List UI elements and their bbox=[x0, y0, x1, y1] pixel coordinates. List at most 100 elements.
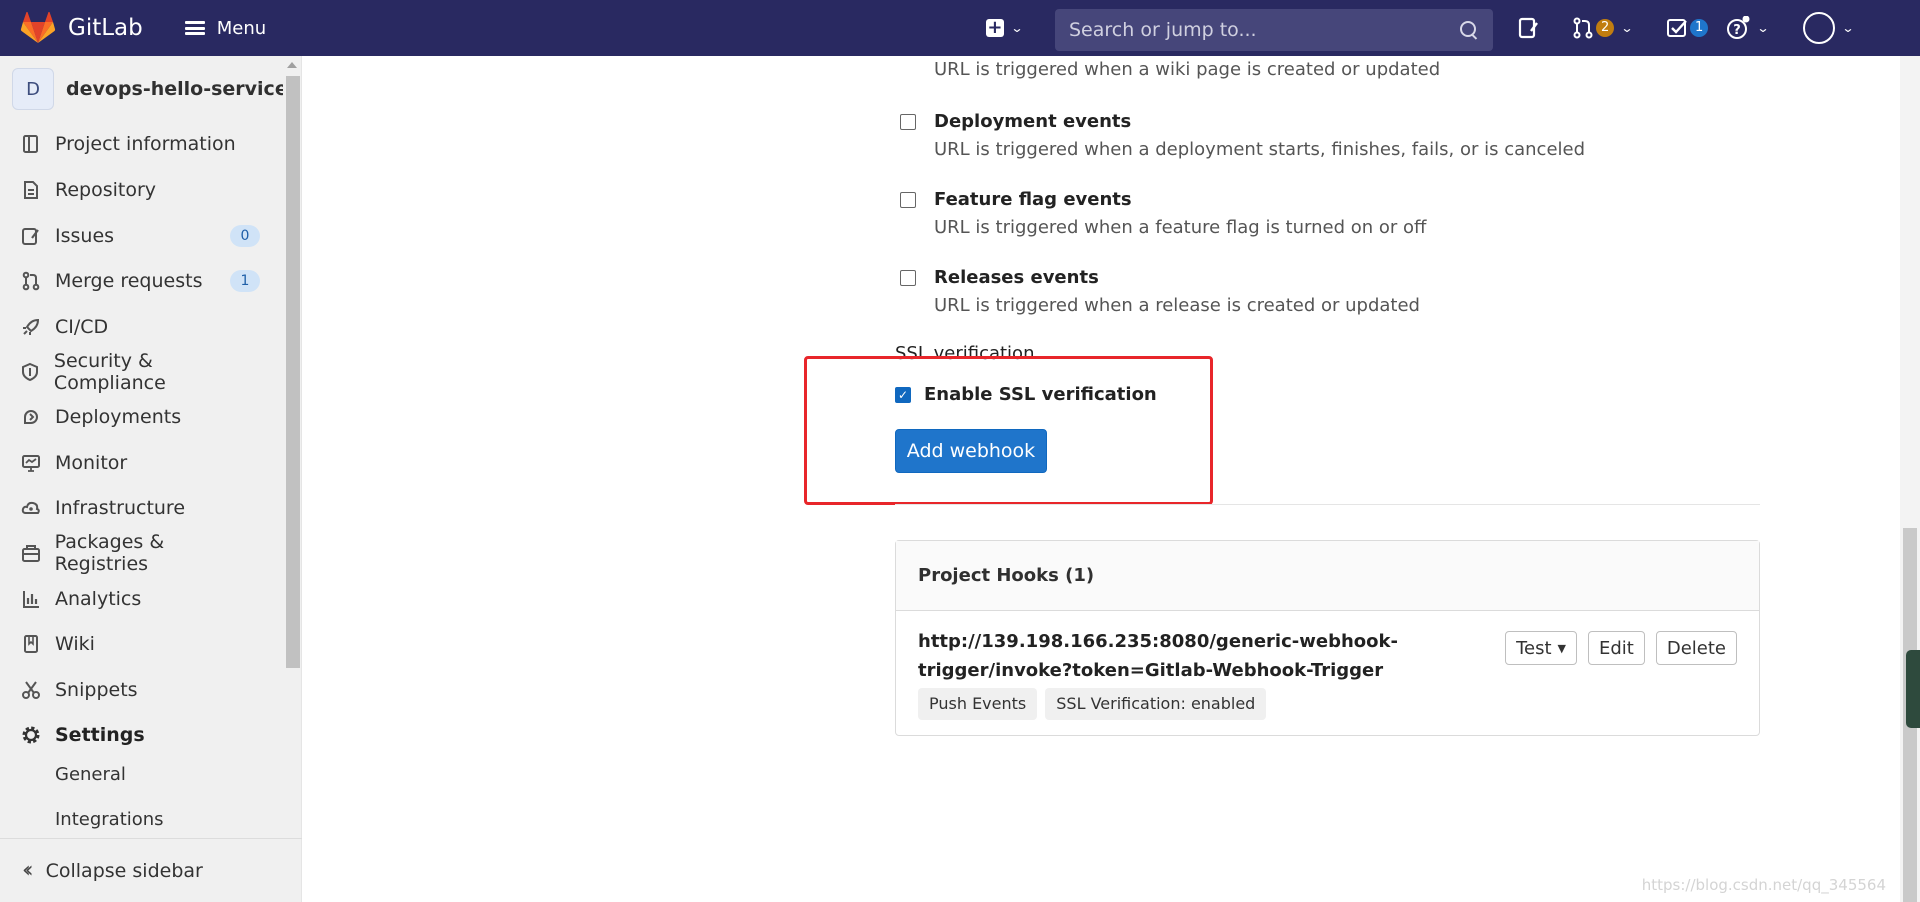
sidebar-item-project-information[interactable]: Project information bbox=[20, 124, 260, 164]
sidebar-item-settings[interactable]: Settings bbox=[20, 715, 260, 755]
test-hook-label: Test bbox=[1516, 638, 1551, 659]
sidebar-item-wiki[interactable]: Wiki bbox=[20, 624, 260, 664]
releases-events-option: Releases events URL is triggered when a … bbox=[900, 267, 1600, 317]
monitor-icon bbox=[20, 452, 42, 474]
project-sidebar: D devops-hello-service Project informati… bbox=[0, 56, 302, 902]
hamburger-icon bbox=[185, 21, 205, 35]
feature-flag-events-checkbox[interactable] bbox=[900, 192, 916, 208]
project-avatar: D bbox=[12, 68, 54, 110]
gear-icon bbox=[20, 724, 42, 746]
merge-requests-count-badge: 1 bbox=[230, 270, 260, 292]
project-header-link[interactable]: D devops-hello-service bbox=[12, 68, 288, 110]
menu-label: Menu bbox=[217, 18, 266, 39]
help-question-icon: ? bbox=[1726, 16, 1750, 40]
search-icon bbox=[1459, 20, 1479, 40]
merge-request-icon bbox=[1572, 17, 1594, 39]
event-title: Releases events bbox=[934, 267, 1099, 288]
project-hooks-title: Project Hooks (1) bbox=[896, 541, 1759, 611]
scissors-icon bbox=[20, 679, 42, 701]
section-divider bbox=[895, 504, 1760, 505]
user-menu-dropdown[interactable]: ⌄ bbox=[1803, 14, 1853, 42]
chevron-down-icon: ⌄ bbox=[1621, 21, 1634, 35]
sidebar-scrollbar[interactable] bbox=[283, 56, 301, 838]
hook-tags: Push Events SSL Verification: enabled bbox=[918, 688, 1274, 720]
wiki-events-description: URL is triggered when a wiki page is cre… bbox=[934, 59, 1440, 80]
todos-nav-link[interactable]: 1 bbox=[1666, 14, 1708, 42]
event-title: Deployment events bbox=[934, 111, 1131, 132]
chevron-down-icon: ⌄ bbox=[1841, 21, 1854, 35]
merge-requests-count-badge: 2 bbox=[1596, 19, 1614, 37]
sidebar-item-packages-registries[interactable]: Packages & Registries bbox=[20, 533, 260, 573]
scroll-up-arrow-icon[interactable] bbox=[287, 62, 297, 68]
help-dropdown[interactable]: ? ⌄ bbox=[1726, 14, 1768, 42]
issues-nav-link[interactable] bbox=[1518, 14, 1540, 42]
sidebar-item-issues[interactable]: Issues 0 bbox=[20, 216, 260, 256]
hook-actions: Test ▼ Edit Delete bbox=[1494, 631, 1737, 665]
sidebar-item-label: Deployments bbox=[55, 406, 181, 428]
edit-hook-button[interactable]: Edit bbox=[1588, 631, 1645, 665]
sidebar-subitem-general[interactable]: General bbox=[55, 764, 126, 785]
sidebar-item-label: Snippets bbox=[55, 679, 138, 701]
gitlab-home-link[interactable]: GitLab bbox=[20, 0, 143, 56]
sidebar-item-deployments[interactable]: Deployments bbox=[20, 397, 260, 437]
main-content: URL is triggered when a wiki page is cre… bbox=[303, 56, 1900, 902]
sidebar-item-label: Merge requests bbox=[55, 270, 202, 292]
watermark-text: https://blog.csdn.net/qq_345564 bbox=[1642, 876, 1886, 894]
collapse-sidebar-button[interactable]: ‹‹ Collapse sidebar bbox=[0, 838, 302, 902]
sidebar-item-infrastructure[interactable]: Infrastructure bbox=[20, 488, 260, 528]
svg-text:?: ? bbox=[1733, 23, 1741, 38]
repository-icon bbox=[20, 179, 42, 201]
sidebar-item-label: Packages & Registries bbox=[55, 531, 260, 575]
gitlab-logo-icon bbox=[20, 12, 56, 44]
sidebar-item-analytics[interactable]: Analytics bbox=[20, 579, 260, 619]
sidebar-item-merge-requests[interactable]: Merge requests 1 bbox=[20, 261, 260, 301]
merge-request-icon bbox=[20, 270, 42, 292]
chevron-down-icon: ⌄ bbox=[1756, 21, 1769, 35]
new-item-dropdown[interactable]: + ⌄ bbox=[976, 12, 1032, 44]
todo-check-icon bbox=[1666, 17, 1688, 39]
sidebar-item-security-compliance[interactable]: Security & Compliance bbox=[20, 352, 260, 392]
test-hook-dropdown[interactable]: Test ▼ bbox=[1505, 631, 1577, 665]
sidebar-item-label: Wiki bbox=[55, 633, 95, 655]
deployment-events-checkbox[interactable] bbox=[900, 114, 916, 130]
sidebar-subitem-integrations[interactable]: Integrations bbox=[55, 809, 164, 830]
sidebar-item-label: Monitor bbox=[55, 452, 127, 474]
sidebar-item-label: Infrastructure bbox=[55, 497, 185, 519]
project-hooks-card: Project Hooks (1) http://139.198.166.235… bbox=[895, 540, 1760, 736]
chart-icon bbox=[20, 588, 42, 610]
chevron-down-icon: ⌄ bbox=[1010, 21, 1023, 35]
brand-name: GitLab bbox=[68, 15, 143, 41]
issues-icon bbox=[1518, 17, 1540, 39]
search-box[interactable] bbox=[1055, 9, 1493, 51]
deployment-events-option: Deployment events URL is triggered when … bbox=[900, 111, 1600, 161]
issues-icon bbox=[20, 225, 42, 247]
sidebar-item-snippets[interactable]: Snippets bbox=[20, 670, 260, 710]
sidebar-item-label: Project information bbox=[55, 133, 236, 155]
menu-button[interactable]: Menu bbox=[179, 8, 272, 48]
search-input[interactable] bbox=[1069, 19, 1459, 41]
chevron-down-icon: ▼ bbox=[1558, 642, 1566, 655]
sidebar-item-repository[interactable]: Repository bbox=[20, 170, 260, 210]
delete-hook-button[interactable]: Delete bbox=[1656, 631, 1737, 665]
sidebar-item-monitor[interactable]: Monitor bbox=[20, 443, 260, 483]
event-description: URL is triggered when a deployment start… bbox=[934, 139, 1585, 160]
rocket-icon bbox=[20, 316, 42, 338]
top-navbar: GitLab Menu + ⌄ 2 ⌄ 1 bbox=[0, 0, 1920, 56]
releases-events-checkbox[interactable] bbox=[900, 270, 916, 286]
sidebar-item-label: Settings bbox=[55, 724, 145, 746]
hook-url-line: trigger/invoke?token=Gitlab-Webhook-Trig… bbox=[918, 656, 1398, 685]
floating-side-widget[interactable] bbox=[1906, 650, 1920, 728]
sidebar-item-label: Analytics bbox=[55, 588, 141, 610]
hook-url: http://139.198.166.235:8080/generic-webh… bbox=[918, 627, 1398, 685]
project-name: devops-hello-service bbox=[66, 78, 288, 100]
annotation-highlight-box bbox=[804, 356, 1213, 505]
user-avatar bbox=[1803, 12, 1835, 44]
double-chevron-left-icon: ‹‹ bbox=[22, 858, 28, 883]
sidebar-scrollbar-thumb[interactable] bbox=[286, 76, 300, 668]
sidebar-item-label: Issues bbox=[55, 225, 114, 247]
sidebar-item-ci-cd[interactable]: CI/CD bbox=[20, 307, 260, 347]
plus-square-icon: + bbox=[986, 19, 1004, 37]
merge-requests-nav-dropdown[interactable]: 2 ⌄ bbox=[1572, 14, 1632, 42]
page-scrollbar[interactable] bbox=[1900, 56, 1920, 902]
event-description: URL is triggered when a release is creat… bbox=[934, 295, 1420, 316]
